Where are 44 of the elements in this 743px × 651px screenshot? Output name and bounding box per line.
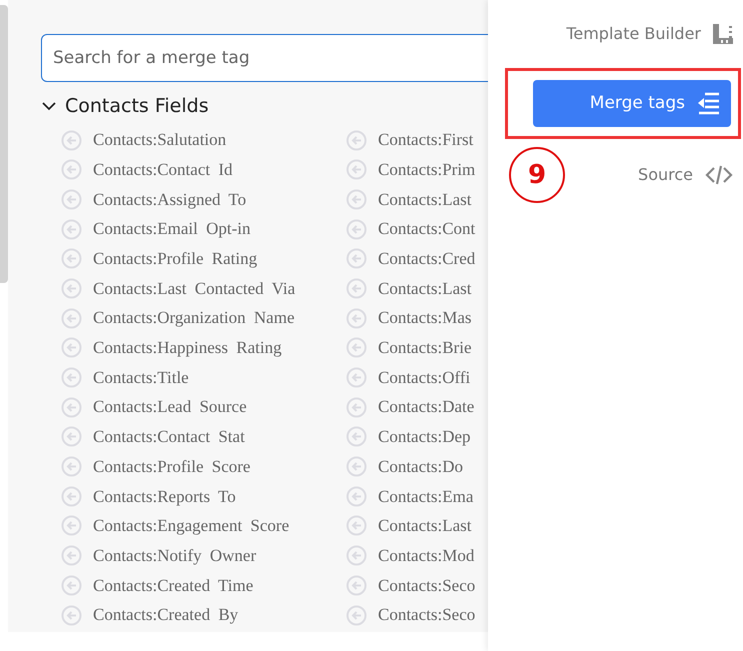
merge-tag-item[interactable]: Contacts:Seco xyxy=(378,602,476,628)
merge-tag-item[interactable]: Contacts:Created Time xyxy=(93,572,254,598)
scrollbar-thumb[interactable] xyxy=(0,5,8,283)
merge-tag-item[interactable]: Contacts:Mas xyxy=(378,305,472,331)
merge-tag-item[interactable]: Contacts:Last xyxy=(378,276,472,302)
merge-tag-item[interactable]: Contacts:Contact Id xyxy=(93,156,233,182)
merge-tags-button[interactable]: Merge tags xyxy=(533,80,731,127)
merge-tag-item[interactable]: Contacts:Email Opt-in xyxy=(93,216,250,242)
merge-tag-item[interactable]: Contacts:Ema xyxy=(378,484,474,509)
merge-tag-item[interactable]: Contacts:Profile Rating xyxy=(93,246,258,272)
list-icon xyxy=(697,92,721,115)
merge-tag-item[interactable]: Contacts:Brie xyxy=(378,335,472,361)
merge-tag-item[interactable]: Contacts:Profile Score xyxy=(93,454,250,480)
merge-tag-item[interactable]: Contacts:Cont xyxy=(378,216,476,242)
merge-tag-item[interactable]: Contacts:Last Contacted Via xyxy=(93,276,296,302)
merge-tag-item[interactable]: Contacts:Reports To xyxy=(93,484,236,509)
merge-tag-item[interactable]: Contacts:Lead Source xyxy=(93,394,247,420)
template-builder-button[interactable]: Template Builder xyxy=(566,22,733,46)
merge-tag-item[interactable]: Contacts:Offi xyxy=(378,364,470,390)
merge-tag-item[interactable]: Contacts:Date xyxy=(378,394,474,420)
merge-tag-item[interactable]: Contacts:Seco xyxy=(378,572,476,598)
merge-tag-item[interactable]: Contacts:Cred xyxy=(378,246,476,272)
merge-tag-item[interactable]: Contacts:First xyxy=(378,127,474,153)
merge-tag-item[interactable]: Contacts:Contact Stat xyxy=(93,424,245,450)
search-field[interactable]: Search for a merge tag xyxy=(41,34,488,82)
merge-tag-item[interactable]: Contacts:Engagement Score xyxy=(93,513,290,539)
merge-tag-item[interactable]: Contacts:Dep xyxy=(378,424,471,450)
section-title: Contacts Fields xyxy=(65,94,209,119)
merge-tag-item[interactable]: Contacts:Mod xyxy=(378,542,474,568)
source-button[interactable]: Source xyxy=(638,163,733,187)
merge-tag-item[interactable]: Contacts:Prim xyxy=(378,156,476,182)
merge-tag-item[interactable]: Contacts:Assigned To xyxy=(93,186,246,212)
merge-tag-item[interactable]: Contacts:Do xyxy=(378,454,463,480)
step-number: 9 xyxy=(509,147,565,203)
merge-tag-item[interactable]: Contacts:Organization Name xyxy=(93,305,294,331)
merge-tag-item[interactable]: Contacts:Notify Owner xyxy=(93,542,256,568)
merge-tag-item[interactable]: Contacts:Title xyxy=(93,364,189,390)
merge-tag-item[interactable]: Contacts:Happiness Rating xyxy=(93,335,282,361)
code-icon xyxy=(705,163,733,187)
merge-tag-item[interactable]: Contacts:Created By xyxy=(93,602,238,628)
merge-tag-item[interactable]: Contacts:Last xyxy=(378,186,472,212)
merge-tag-item[interactable]: Contacts:Salutation xyxy=(93,127,226,153)
merge-tag-item[interactable]: Contacts:Last xyxy=(378,513,472,539)
layout-icon xyxy=(713,24,733,44)
